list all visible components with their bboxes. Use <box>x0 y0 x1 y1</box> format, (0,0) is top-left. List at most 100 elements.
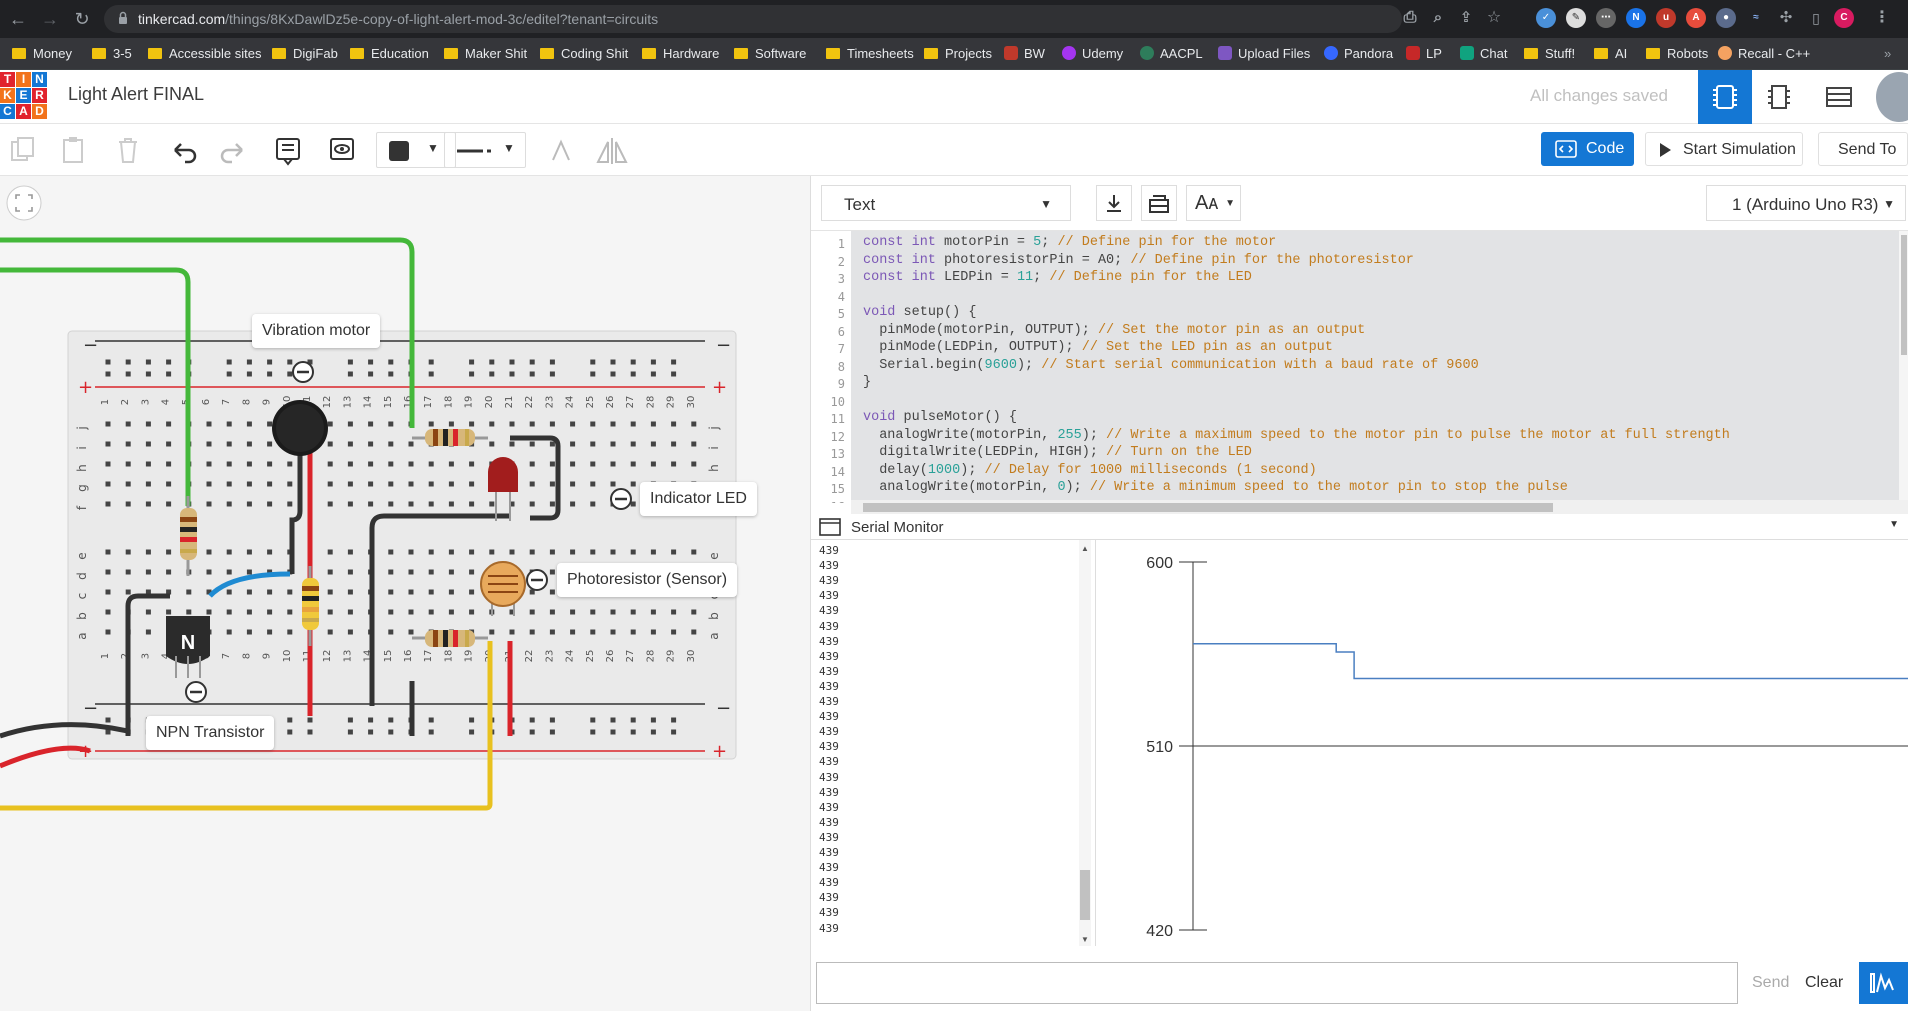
breadboard-hole[interactable] <box>509 371 515 377</box>
breadboard-hole[interactable] <box>549 359 555 365</box>
breadboard-hole[interactable] <box>246 359 252 365</box>
download-button[interactable] <box>1096 185 1132 221</box>
breadboard-hole[interactable] <box>610 729 616 735</box>
bookmarks-overflow-icon[interactable]: » <box>1884 44 1891 64</box>
breadboard-hole[interactable] <box>549 481 555 487</box>
breadboard-hole[interactable] <box>549 441 555 447</box>
breadboard-hole[interactable] <box>570 629 576 635</box>
breadboard-hole[interactable] <box>206 569 212 575</box>
code-horizontal-scrollbar[interactable] <box>851 500 1908 514</box>
breadboard-hole[interactable] <box>246 481 252 487</box>
breadboard-hole[interactable] <box>428 359 434 365</box>
breadboard-hole[interactable] <box>671 359 677 365</box>
breadboard-hole[interactable] <box>428 501 434 507</box>
breadboard-hole[interactable] <box>186 609 192 615</box>
breadboard-hole[interactable] <box>145 629 151 635</box>
breadboard-hole[interactable] <box>691 549 697 555</box>
bookmark-item[interactable]: Money <box>12 44 72 64</box>
breadboard-hole[interactable] <box>428 371 434 377</box>
breadboard-hole[interactable] <box>529 481 535 487</box>
breadboard-hole[interactable] <box>368 421 374 427</box>
breadboard-hole[interactable] <box>327 629 333 635</box>
breadboard-hole[interactable] <box>105 501 111 507</box>
extension-check-icon[interactable]: ✓ <box>1536 8 1556 28</box>
breadboard-hole[interactable] <box>489 421 495 427</box>
breadboard-hole[interactable] <box>469 421 475 427</box>
breadboard-hole[interactable] <box>125 359 131 365</box>
breadboard-hole[interactable] <box>549 729 555 735</box>
bookmark-item[interactable]: Education <box>350 44 429 64</box>
font-size-button[interactable]: Aᴀ ▼ <box>1186 185 1241 221</box>
code-vertical-scroll-thumb[interactable] <box>1901 235 1907 355</box>
breadboard-hole[interactable] <box>226 501 232 507</box>
breadboard-hole[interactable] <box>105 421 111 427</box>
breadboard-hole[interactable] <box>145 481 151 487</box>
breadboard-hole[interactable] <box>509 549 515 555</box>
breadboard-hole[interactable] <box>448 481 454 487</box>
breadboard-hole[interactable] <box>267 441 273 447</box>
bookmark-item[interactable]: Stuff! <box>1524 44 1575 64</box>
breadboard-hole[interactable] <box>145 371 151 377</box>
breadboard-hole[interactable] <box>105 629 111 635</box>
breadboard-hole[interactable] <box>671 461 677 467</box>
breadboard-hole[interactable] <box>347 609 353 615</box>
breadboard-hole[interactable] <box>570 461 576 467</box>
bookmark-item[interactable]: Timesheets <box>826 44 914 64</box>
breadboard-hole[interactable] <box>287 461 293 467</box>
breadboard-hole[interactable] <box>105 729 111 735</box>
breadboard-hole[interactable] <box>105 609 111 615</box>
breadboard-hole[interactable] <box>267 421 273 427</box>
breadboard-hole[interactable] <box>650 359 656 365</box>
breadboard-hole[interactable] <box>529 421 535 427</box>
breadboard-hole[interactable] <box>125 441 131 447</box>
bookmark-item[interactable]: Projects <box>924 44 992 64</box>
breadboard-hole[interactable] <box>630 421 636 427</box>
breadboard-hole[interactable] <box>368 729 374 735</box>
circuit-view-button[interactable] <box>1698 70 1752 124</box>
breadboard-hole[interactable] <box>125 549 131 555</box>
breadboard-hole[interactable] <box>549 371 555 377</box>
breadboard-hole[interactable] <box>368 501 374 507</box>
breadboard-hole[interactable] <box>166 441 172 447</box>
breadboard-hole[interactable] <box>388 717 394 723</box>
breadboard-hole[interactable] <box>529 549 535 555</box>
note-visibility-icon[interactable] <box>326 132 358 168</box>
breadboard-hole[interactable] <box>630 461 636 467</box>
breadboard-hole[interactable] <box>448 589 454 595</box>
breadboard-hole[interactable] <box>327 589 333 595</box>
breadboard-hole[interactable] <box>549 421 555 427</box>
breadboard-hole[interactable] <box>650 549 656 555</box>
breadboard-hole[interactable] <box>105 441 111 447</box>
breadboard-hole[interactable] <box>226 481 232 487</box>
breadboard-hole[interactable] <box>590 501 596 507</box>
breadboard-hole[interactable] <box>105 589 111 595</box>
breadboard-hole[interactable] <box>388 481 394 487</box>
breadboard-hole[interactable] <box>347 359 353 365</box>
breadboard-hole[interactable] <box>347 501 353 507</box>
breadboard-hole[interactable] <box>166 461 172 467</box>
breadboard-hole[interactable] <box>327 441 333 447</box>
board-select[interactable]: 1 (Arduino Uno R3) ▼ <box>1706 185 1906 221</box>
breadboard-hole[interactable] <box>267 629 273 635</box>
breadboard-hole[interactable] <box>246 371 252 377</box>
breadboard-hole[interactable] <box>570 441 576 447</box>
breadboard-hole[interactable] <box>368 481 374 487</box>
breadboard-hole[interactable] <box>166 569 172 575</box>
breadboard-hole[interactable] <box>509 441 515 447</box>
breadboard-hole[interactable] <box>529 629 535 635</box>
breadboard-hole[interactable] <box>630 549 636 555</box>
back-arrow-icon[interactable]: ← <box>6 7 30 31</box>
breadboard-hole[interactable] <box>428 609 434 615</box>
breadboard-hole[interactable] <box>630 629 636 635</box>
bookmark-item[interactable]: BW <box>1004 44 1045 64</box>
breadboard-hole[interactable] <box>691 441 697 447</box>
breadboard-hole[interactable] <box>246 549 252 555</box>
breadboard-hole[interactable] <box>145 609 151 615</box>
breadboard-hole[interactable] <box>347 371 353 377</box>
breadboard-hole[interactable] <box>428 549 434 555</box>
breadboard-hole[interactable] <box>226 549 232 555</box>
breadboard-hole[interactable] <box>509 629 515 635</box>
breadboard-hole[interactable] <box>509 421 515 427</box>
breadboard-hole[interactable] <box>529 501 535 507</box>
breadboard-hole[interactable] <box>206 441 212 447</box>
